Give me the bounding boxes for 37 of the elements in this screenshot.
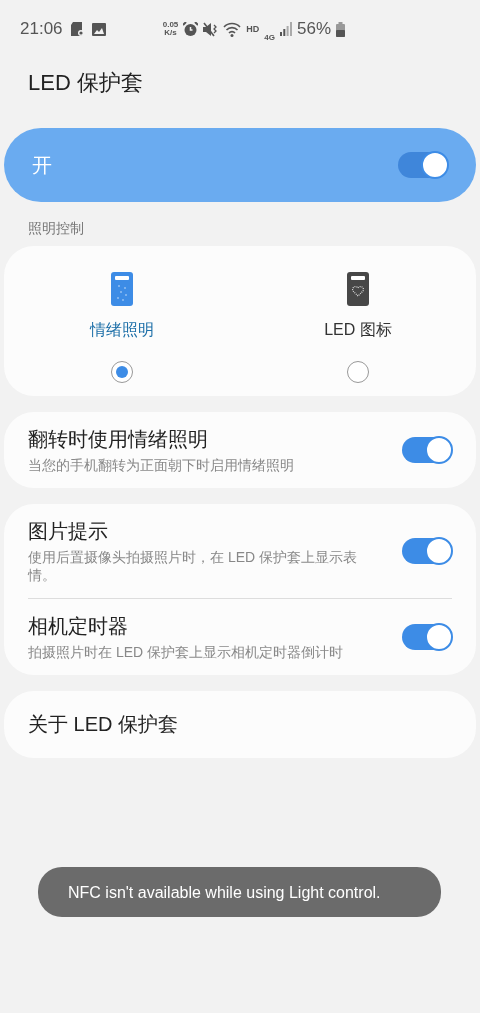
cover-icon bbox=[111, 272, 133, 306]
section-header: 照明控制 bbox=[28, 220, 84, 236]
sd-card-icon bbox=[70, 22, 84, 36]
network-speed: 0.05 K/s bbox=[162, 21, 179, 37]
radio-button[interactable] bbox=[347, 361, 369, 383]
battery-percent: 56% bbox=[296, 19, 331, 39]
setting-title: 翻转时使用情绪照明 bbox=[28, 427, 209, 452]
signal-icon bbox=[279, 22, 292, 36]
toggle-switch[interactable] bbox=[402, 538, 452, 564]
toggle-switch[interactable] bbox=[398, 152, 448, 178]
switch-label: 开 bbox=[32, 152, 53, 178]
settings-item[interactable]: 翻转时使用情绪照明 当您的手机翻转为正面朝下时启用情绪照明 bbox=[28, 412, 452, 488]
setting-title: 关于 LED 保护套 bbox=[28, 711, 180, 737]
battery-icon bbox=[336, 21, 345, 37]
mute-icon bbox=[203, 21, 219, 37]
setting-description: 当您的手机翻转为正面朝下时启用情绪照明 bbox=[28, 456, 295, 474]
toggle-switch[interactable] bbox=[402, 624, 452, 650]
status-time: 21:06 bbox=[20, 19, 63, 39]
option-label: LED 图标 bbox=[324, 320, 392, 340]
page-title: LED 保护套 bbox=[28, 70, 143, 95]
alarm-icon bbox=[183, 21, 199, 37]
network-type: 4G bbox=[264, 32, 275, 42]
settings-item[interactable]: 图片提示 使用后置摄像头拍摄照片时，在 LED 保护套上显示表情。 bbox=[28, 504, 452, 598]
setting-description: 拍摄照片时在 LED 保护套上显示相机定时器倒计时 bbox=[28, 643, 344, 661]
toggle-switch[interactable] bbox=[402, 437, 452, 463]
wifi-icon bbox=[223, 21, 242, 37]
toast-message: NFC isn't available while using Light control. bbox=[38, 867, 441, 917]
settings-item[interactable]: 关于 LED 保护套 bbox=[28, 691, 452, 758]
cover-icon bbox=[347, 272, 369, 306]
hd-indicator: HD bbox=[246, 24, 260, 34]
setting-description: 使用后置摄像头拍摄照片时，在 LED 保护套上显示表情。 bbox=[28, 548, 358, 584]
image-icon bbox=[91, 22, 106, 36]
option-label: 情绪照明 bbox=[90, 320, 154, 340]
setting-title: 图片提示 bbox=[28, 519, 109, 544]
settings-item[interactable]: 相机定时器 拍摄照片时在 LED 保护套上显示相机定时器倒计时 bbox=[28, 598, 452, 675]
radio-button[interactable] bbox=[111, 361, 133, 383]
setting-title: 相机定时器 bbox=[28, 614, 129, 639]
